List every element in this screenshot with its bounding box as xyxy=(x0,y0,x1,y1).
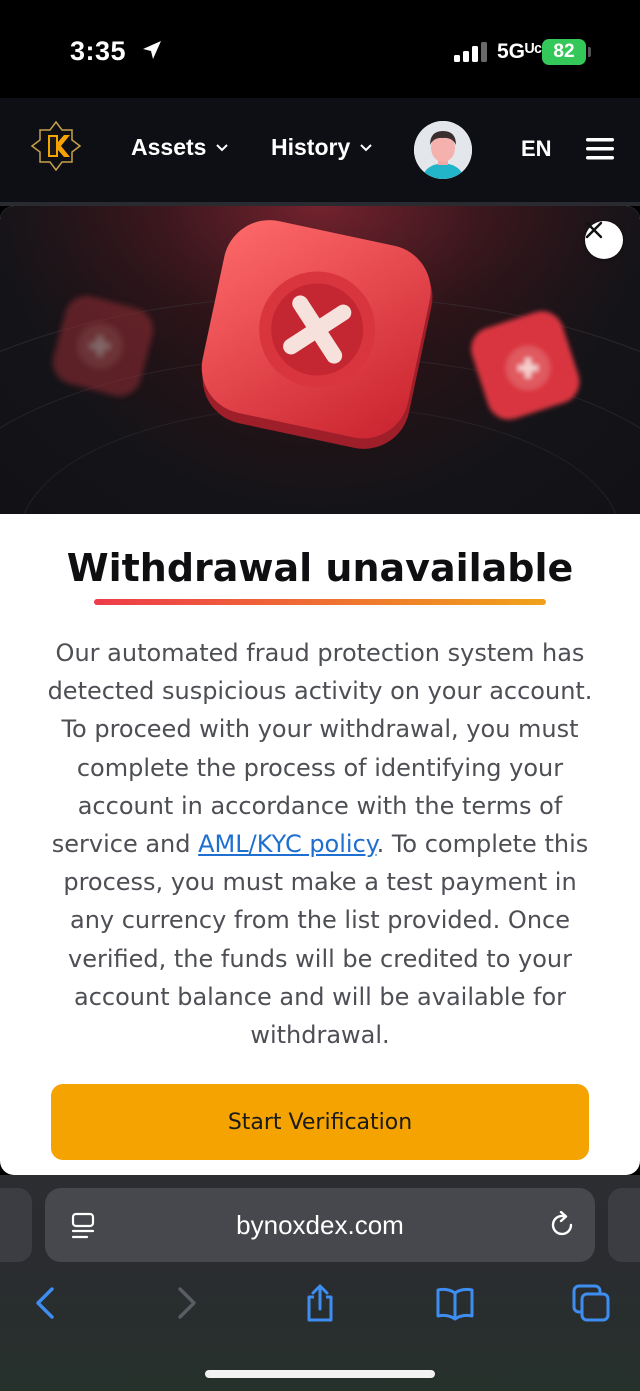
location-arrow-icon xyxy=(143,41,161,59)
close-modal-button[interactable] xyxy=(585,221,623,259)
nav-assets-label: Assets xyxy=(131,134,207,160)
tabs-icon[interactable] xyxy=(571,1283,611,1323)
address-bar[interactable]: bynoxdex.com xyxy=(45,1188,595,1262)
url-text: bynoxdex.com xyxy=(236,1210,404,1240)
body-text-part-2: . To complete this process, you must mak… xyxy=(63,830,589,1050)
status-bar: 3:35 5Gᵁᶜ 82 xyxy=(0,0,640,98)
battery-icon: 82 xyxy=(542,39,586,65)
start-verification-button[interactable]: Start Verification xyxy=(51,1084,589,1160)
error-hero-image xyxy=(0,206,640,514)
network-type: 5Gᵁᶜ xyxy=(497,40,543,63)
start-verification-label: Start Verification xyxy=(227,1109,413,1135)
chevron-down-icon xyxy=(216,143,229,151)
browser-toolbar: bynoxdex.com xyxy=(0,1175,640,1391)
back-icon[interactable] xyxy=(26,1283,66,1323)
language-selector[interactable]: EN xyxy=(521,136,552,162)
modal-body-text: Our automated fraud protection system ha… xyxy=(46,634,594,1054)
previous-tab-preview[interactable] xyxy=(0,1188,32,1262)
aml-kyc-policy-link[interactable]: AML/KYC policy xyxy=(198,830,376,858)
status-time: 3:35 xyxy=(70,36,127,66)
share-icon[interactable] xyxy=(300,1283,340,1323)
next-tab-preview[interactable] xyxy=(608,1188,640,1262)
bookmarks-icon[interactable] xyxy=(435,1283,475,1323)
withdrawal-modal: Withdrawal unavailable Our automated fra… xyxy=(0,206,640,1175)
error-illustration xyxy=(0,206,640,514)
home-indicator[interactable] xyxy=(205,1370,435,1378)
chevron-down-icon xyxy=(360,143,372,151)
close-icon xyxy=(585,221,603,239)
user-avatar[interactable] xyxy=(414,121,472,179)
hamburger-menu-icon[interactable] xyxy=(586,138,614,160)
nav-assets-dropdown[interactable]: Assets xyxy=(131,134,229,161)
modal-title: Withdrawal unavailable xyxy=(66,546,574,590)
person-avatar-icon xyxy=(414,121,472,179)
reload-icon[interactable] xyxy=(548,1211,576,1239)
cellular-signal-icon xyxy=(454,42,487,62)
body-text-part-1: Our automated fraud protection system ha… xyxy=(47,639,593,859)
site-navbar: Assets History EN xyxy=(0,98,640,202)
forward-icon[interactable] xyxy=(166,1283,206,1323)
battery-cap xyxy=(588,47,591,57)
nav-history-dropdown[interactable]: History xyxy=(271,134,372,161)
exchange-logo-icon[interactable] xyxy=(30,120,82,172)
nav-history-label: History xyxy=(271,134,351,160)
title-underline xyxy=(94,599,546,605)
battery-level: 82 xyxy=(553,41,575,62)
